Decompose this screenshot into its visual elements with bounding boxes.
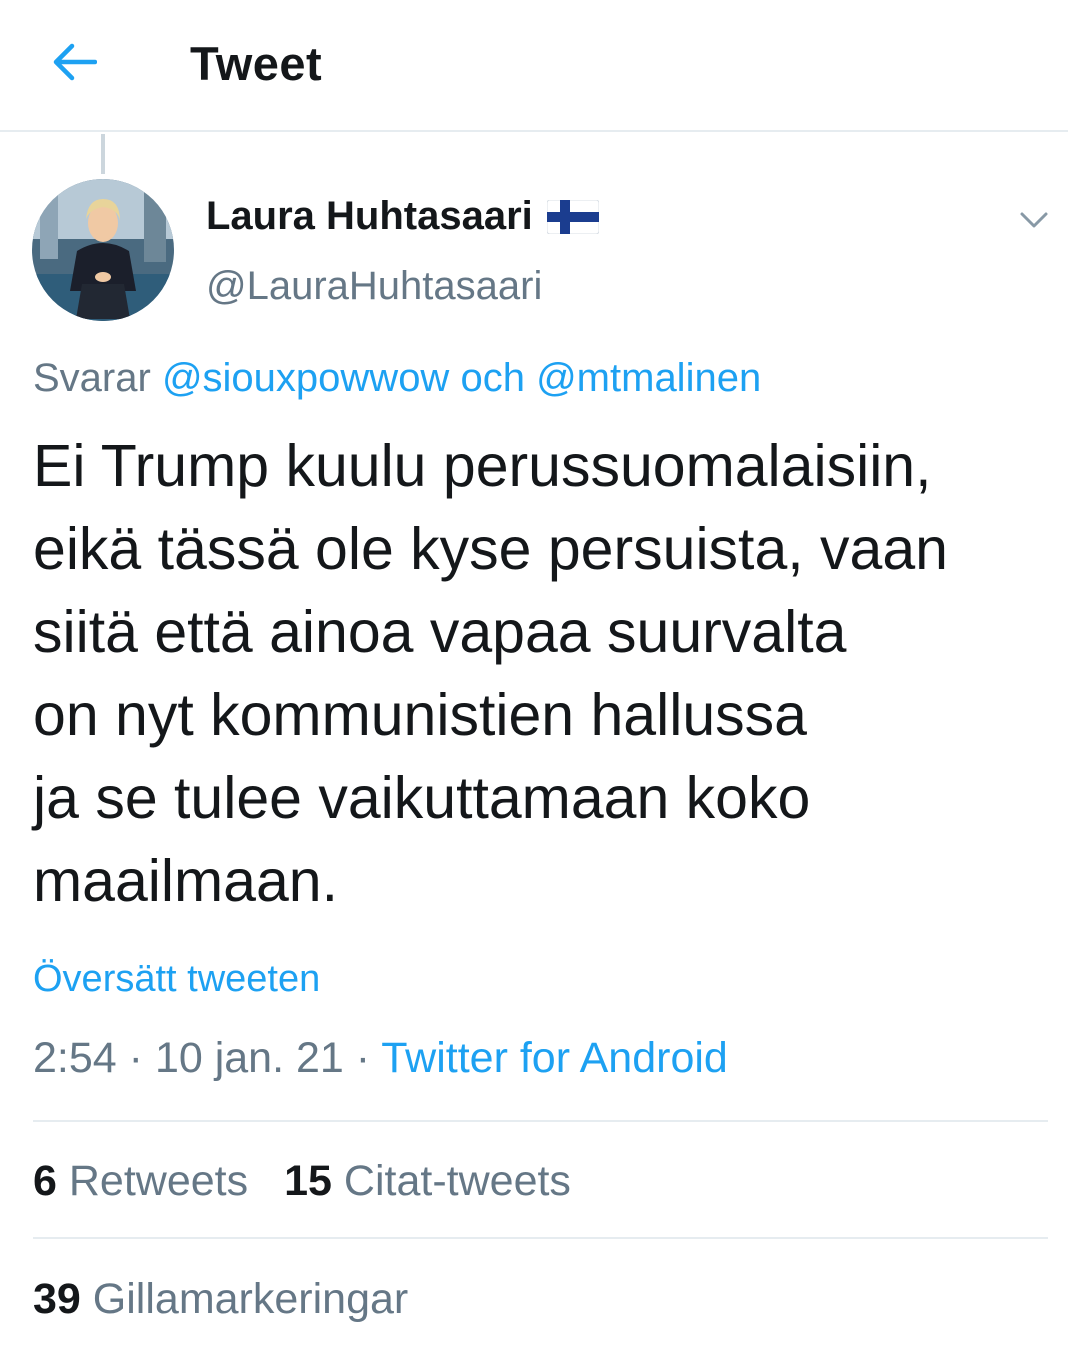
replying-to-prefix: Svarar <box>33 356 151 400</box>
tweet-text-line: on nyt kommunistien hallussa <box>33 682 807 748</box>
meta-separator: · <box>355 1034 371 1082</box>
tweet-text-line: eikä tässä ole kyse persuista, vaan <box>33 516 948 582</box>
chevron-down-icon <box>1020 212 1048 228</box>
tweet-text-line: siitä että ainoa vapaa suurvalta <box>33 599 847 665</box>
top-bar: Tweet <box>0 0 1068 132</box>
quote-tweets-label: Citat-tweets <box>343 1157 571 1205</box>
tweet-source-link[interactable]: Twitter for Android <box>381 1034 728 1082</box>
meta-separator: · <box>128 1034 143 1082</box>
likes-count: 39 <box>33 1275 81 1323</box>
replying-to-conjunction[interactable]: och <box>460 356 525 400</box>
page-title: Tweet <box>190 37 323 90</box>
divider <box>33 1120 1048 1122</box>
author-handle[interactable]: @LauraHuhtasaari <box>206 264 542 309</box>
tweet-text-line: ja se tulee vaikuttamaan koko <box>33 765 811 831</box>
tweet-text-line: Ei Trump kuulu perussuomalaisiin, <box>33 433 932 499</box>
quote-tweets-stat[interactable]: 15 Citat-tweets <box>284 1157 571 1206</box>
retweets-label: Retweets <box>68 1157 249 1205</box>
thread-connector-line <box>101 134 105 174</box>
more-options-button[interactable] <box>1010 200 1058 240</box>
divider <box>33 1237 1048 1239</box>
back-button[interactable] <box>40 34 108 90</box>
retweets-count: 6 <box>33 1157 57 1205</box>
likes-stat[interactable]: 39 Gillamarkeringar <box>33 1275 408 1324</box>
tweet-meta: 2:54 · 10 jan. 21 · Twitter for Android <box>33 1034 728 1083</box>
translate-tweet-link[interactable]: Översätt tweeten <box>33 958 320 1001</box>
mention-mtmalinen[interactable]: @mtmalinen <box>536 356 761 400</box>
finland-flag-icon <box>546 199 599 234</box>
avatar-image <box>32 179 174 321</box>
avatar[interactable] <box>32 179 174 321</box>
tweet-text-line: maailmaan. <box>33 848 338 914</box>
author-name-row[interactable]: Laura Huhtasaari <box>206 194 599 239</box>
replying-to: Svarar @siouxpowwow och @mtmalinen <box>33 356 761 401</box>
arrow-left-icon <box>53 43 97 81</box>
likes-label: Gillamarkeringar <box>92 1275 409 1323</box>
mention-siouxpowwow[interactable]: @siouxpowwow <box>162 356 449 400</box>
tweet-date: 10 jan. 21 <box>154 1034 344 1082</box>
quote-tweets-count: 15 <box>284 1157 332 1205</box>
tweet-time: 2:54 <box>33 1034 117 1082</box>
author-display-name: Laura Huhtasaari <box>206 194 533 238</box>
tweet-text: Ei Trump kuulu perussuomalaisiin, eikä t… <box>33 425 1063 923</box>
tweet-stats: 6 Retweets 15 Citat-tweets <box>33 1157 571 1206</box>
retweets-stat[interactable]: 6 Retweets <box>33 1157 248 1206</box>
